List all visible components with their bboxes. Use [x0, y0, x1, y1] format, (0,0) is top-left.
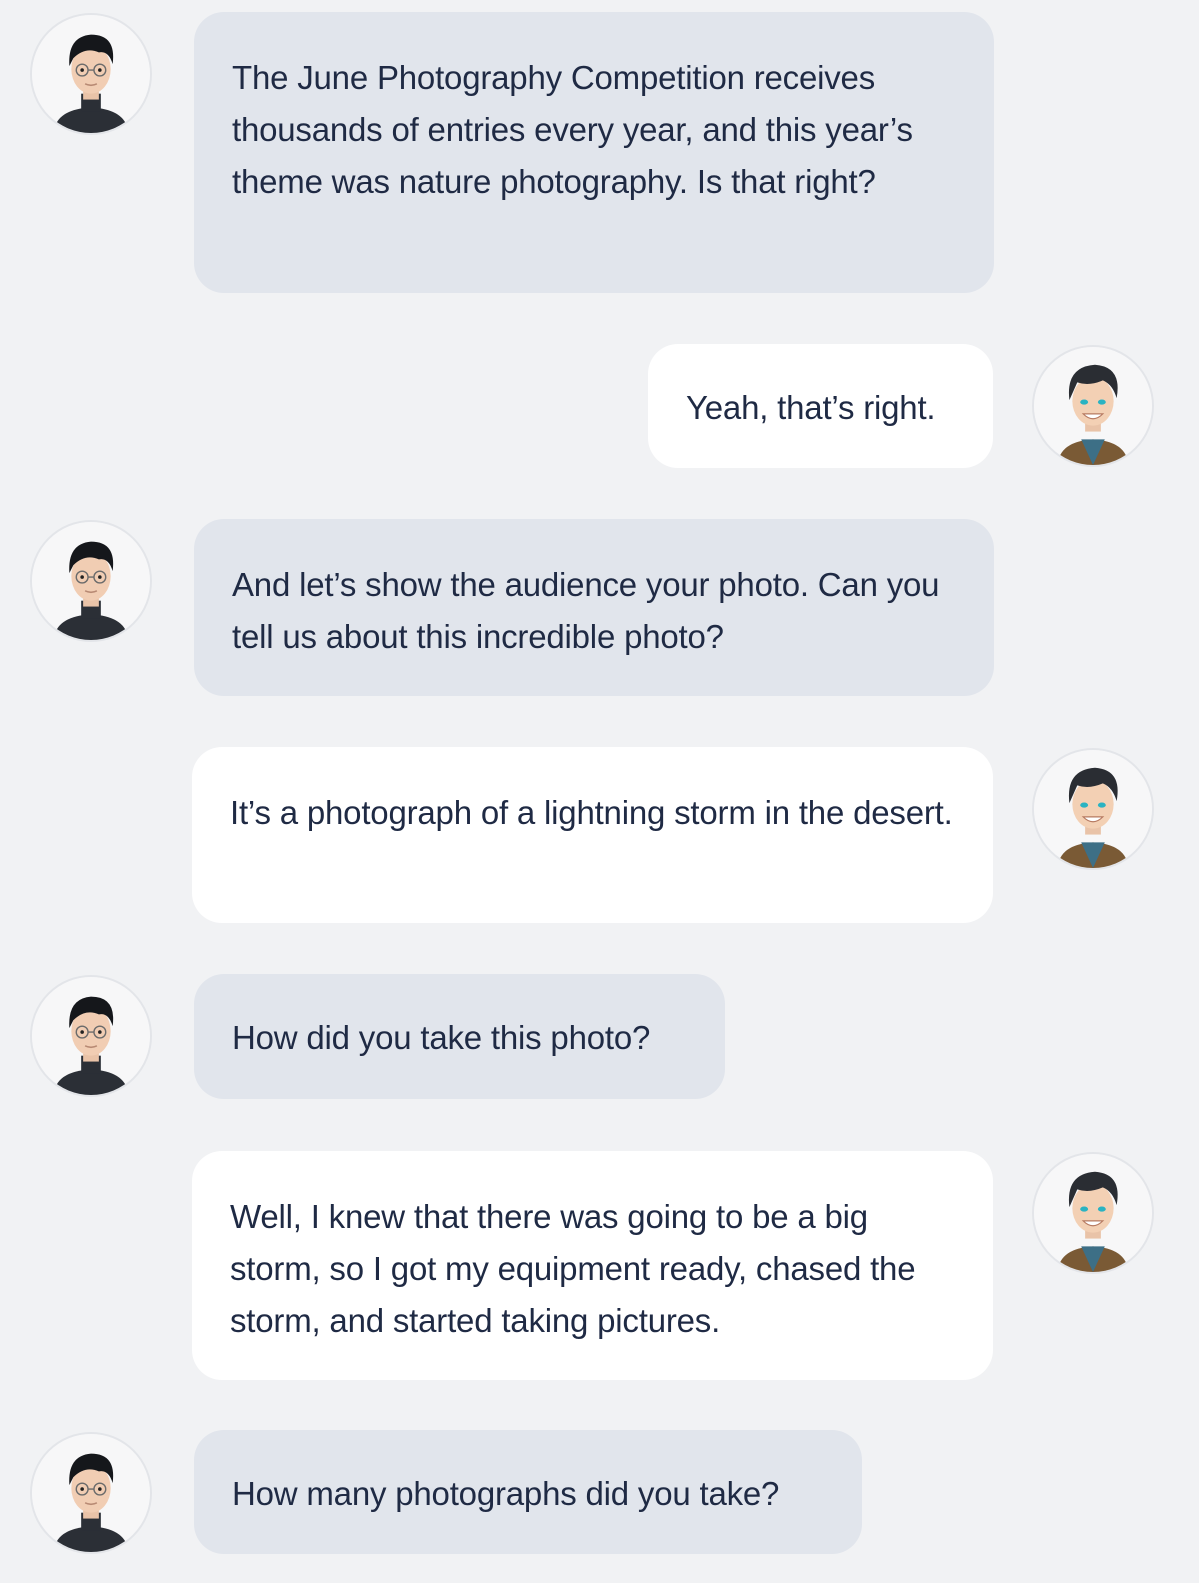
message-text: Well, I knew that there was going to be … — [230, 1198, 916, 1339]
chat-transcript: The June Photography Competition receive… — [0, 0, 1199, 1583]
message-text: How many photographs did you take? — [232, 1475, 780, 1512]
guest-avatar-icon — [1032, 748, 1154, 870]
host-message-bubble: How did you take this photo? — [194, 974, 725, 1099]
guest-avatar-icon — [1032, 345, 1154, 467]
host-avatar-icon — [30, 975, 152, 1097]
host-message-bubble: How many photographs did you take? — [194, 1430, 862, 1554]
guest-message-bubble: It’s a photograph of a lightning storm i… — [192, 747, 993, 923]
message-text: Yeah, that’s right. — [686, 389, 936, 426]
guest-avatar-icon — [1032, 1152, 1154, 1274]
message-text: How did you take this photo? — [232, 1019, 651, 1056]
message-text: It’s a photograph of a lightning storm i… — [230, 794, 953, 831]
guest-message-bubble: Yeah, that’s right. — [648, 344, 993, 468]
host-message-bubble: And let’s show the audience your photo. … — [194, 519, 994, 696]
guest-message-bubble: Well, I knew that there was going to be … — [192, 1151, 993, 1380]
message-text: And let’s show the audience your photo. … — [232, 566, 940, 655]
host-message-bubble: The June Photography Competition receive… — [194, 12, 994, 293]
host-avatar-icon — [30, 520, 152, 642]
host-avatar-icon — [30, 13, 152, 135]
host-avatar-icon — [30, 1432, 152, 1554]
message-text: The June Photography Competition receive… — [232, 59, 913, 200]
